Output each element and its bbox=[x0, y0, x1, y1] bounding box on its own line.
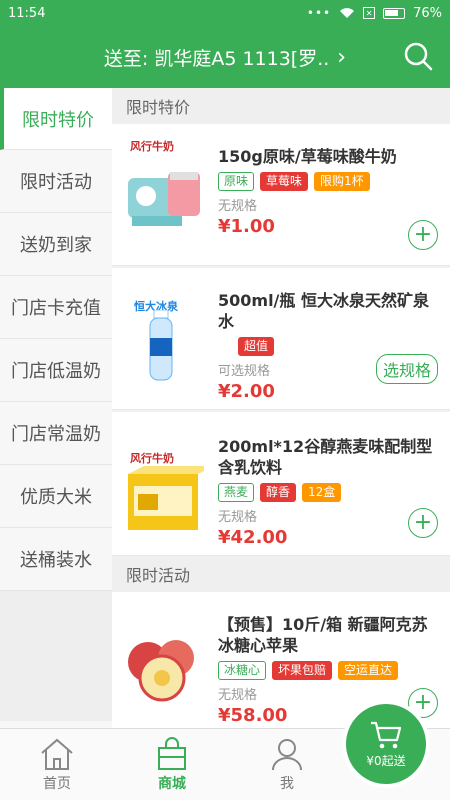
section-title: 限时活动 bbox=[112, 556, 450, 592]
product-name: 500ml/瓶 恒大冰泉天然矿泉水 bbox=[218, 291, 429, 331]
yogurt-cup-image bbox=[128, 172, 200, 226]
product-tag: 草莓味 bbox=[260, 172, 309, 191]
sidebar-item-ambient-milk[interactable]: 门店常温奶 bbox=[0, 402, 112, 465]
sidebar-item-milk-delivery[interactable]: 送奶到家 bbox=[0, 213, 112, 276]
product-tag: 原味 bbox=[218, 172, 255, 191]
water-bottle-image bbox=[149, 310, 173, 381]
product-name: 200ml*12谷醇燕麦味配制型含乳饮料 bbox=[218, 437, 433, 477]
section-title: 限时特价 bbox=[112, 88, 450, 124]
nav-home[interactable]: 首页 bbox=[17, 735, 97, 793]
battery-level: 76% bbox=[413, 5, 442, 21]
sidebar-item-chilled-milk[interactable]: 门店低温奶 bbox=[0, 339, 112, 402]
sidebar-filler bbox=[0, 591, 112, 721]
select-spec-button[interactable]: 选规格 bbox=[375, 354, 438, 384]
product-tag: 冰糖心 bbox=[218, 661, 267, 680]
product-tag: 燕麦 bbox=[218, 483, 255, 502]
brand-label: 风行牛奶 bbox=[130, 452, 174, 465]
product-tag: 12盒 bbox=[302, 483, 342, 502]
drink-box-image bbox=[128, 466, 204, 530]
sidebar-item-limited-activity[interactable]: 限时活动 bbox=[0, 150, 112, 213]
product-name: 150g原味/草莓味酸牛奶 bbox=[218, 147, 397, 166]
search-icon[interactable] bbox=[402, 40, 434, 72]
chevron-right-icon: › bbox=[337, 44, 347, 70]
signal-dots-icon: ••• bbox=[306, 6, 332, 20]
cart-icon bbox=[371, 721, 402, 748]
product-tag: 醇香 bbox=[260, 483, 297, 502]
product-card[interactable]: 风行牛奶 200ml*12谷醇燕麦味配制型含乳饮料 燕麦 醇香 12盒 无规格 … bbox=[112, 412, 450, 556]
product-card[interactable]: 风行牛奶 150g原味/草莓味酸牛奶 原味 草莓味 限购1杯 无规格 ¥1.00… bbox=[112, 124, 450, 266]
product-tag: 超值 bbox=[238, 337, 275, 356]
user-icon bbox=[272, 739, 302, 771]
shopping-bag-icon bbox=[158, 737, 186, 770]
category-sidebar: 限时特价 限时活动 送奶到家 门店卡充值 门店低温奶 门店常温奶 优质大米 送桶… bbox=[0, 88, 112, 728]
apple-image bbox=[128, 640, 194, 702]
product-list[interactable]: 限时特价 风行牛奶 150g原味/草莓味酸牛奶 原味 草莓味 限购1杯 无规格 … bbox=[112, 88, 450, 728]
product-card[interactable]: 恒大冰泉 500ml/瓶 恒大冰泉天然矿泉水 超值 可选规格 ¥2.00 选规格 bbox=[112, 268, 450, 410]
product-price: ¥1.00 bbox=[218, 216, 275, 237]
product-spec: 无规格 bbox=[218, 688, 258, 703]
nav-me[interactable]: 我 bbox=[247, 735, 327, 793]
sim-icon: ✕ bbox=[363, 7, 376, 19]
cart-button[interactable]: ¥0起送 bbox=[346, 704, 426, 784]
status-bar: 11:54 ••• ✕ 76% bbox=[0, 0, 450, 26]
add-to-cart-button[interactable]: + bbox=[408, 220, 438, 250]
add-to-cart-button[interactable]: + bbox=[408, 508, 438, 538]
delivery-address-selector[interactable]: 送至: 凯华庭A5 1113[罗.. › bbox=[104, 44, 346, 71]
sidebar-item-bottled-water[interactable]: 送桶装水 bbox=[0, 528, 112, 591]
sidebar-item-rice[interactable]: 优质大米 bbox=[0, 465, 112, 528]
cart-minimum-label: ¥0起送 bbox=[366, 753, 406, 768]
sidebar-item-limited-sale[interactable]: 限时特价 bbox=[0, 88, 112, 150]
wifi-icon bbox=[340, 8, 355, 18]
battery-icon bbox=[383, 7, 406, 19]
brand-label: 风行牛奶 bbox=[130, 140, 174, 153]
sidebar-item-card-recharge[interactable]: 门店卡充值 bbox=[0, 276, 112, 339]
home-icon bbox=[41, 738, 73, 770]
status-time: 11:54 bbox=[8, 5, 46, 21]
product-price: ¥42.00 bbox=[218, 527, 288, 548]
product-spec: 无规格 bbox=[218, 199, 258, 214]
product-spec: 无规格 bbox=[218, 510, 258, 525]
product-tag: 限购1杯 bbox=[314, 172, 370, 191]
delivery-address: 送至: 凯华庭A5 1113[罗.. bbox=[103, 47, 330, 70]
product-tag: 空运直达 bbox=[338, 661, 399, 680]
product-price: ¥2.00 bbox=[218, 381, 275, 402]
nav-mall[interactable]: 商城 bbox=[132, 735, 212, 793]
product-name: 【预售】10斤/箱 新疆阿克苏冰糖心苹果 bbox=[218, 615, 428, 655]
header: 送至: 凯华庭A5 1113[罗.. › bbox=[0, 26, 450, 88]
product-tag: 坏果包赔 bbox=[272, 661, 333, 680]
